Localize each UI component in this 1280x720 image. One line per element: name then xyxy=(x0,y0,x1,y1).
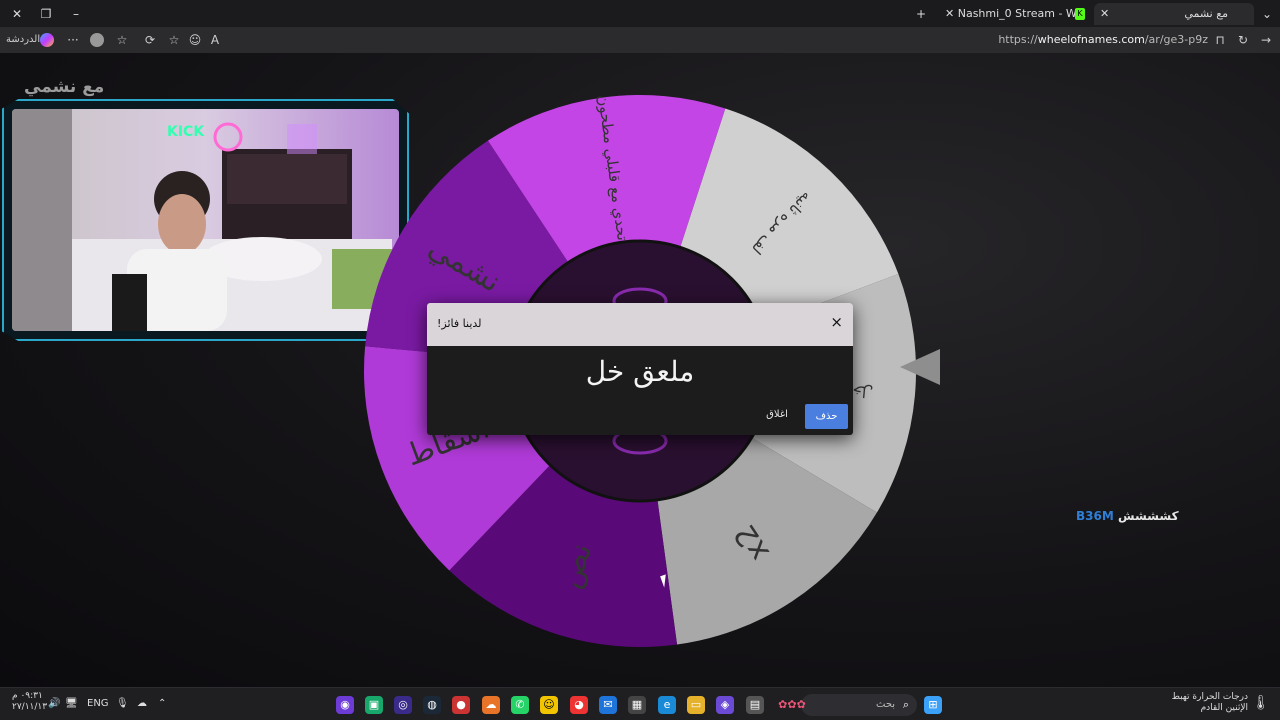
mail-taskbar-icon[interactable]: ✉ xyxy=(599,696,617,714)
clock-date: ٢٧/١١/١٣ xyxy=(12,702,48,712)
winner-name: ملعق خل xyxy=(585,355,695,388)
tab-close-icon[interactable]: ✕ xyxy=(945,7,954,20)
webcam-scene: KICK xyxy=(12,109,399,331)
side-label-code: B36M xyxy=(1076,509,1114,523)
new-tab-button[interactable]: + xyxy=(912,5,930,23)
window-close-icon[interactable]: ✕ xyxy=(8,5,26,23)
svg-text:KICK: KICK xyxy=(167,124,205,140)
tab-list-chevron-icon[interactable]: ⌄ xyxy=(1258,5,1276,23)
url-field[interactable]: https://wheelofnames.com/ar/ge3-p9z xyxy=(998,33,1208,46)
start-windows-icon[interactable]: ⊞ xyxy=(924,696,942,714)
refresh-icon[interactable]: ↻ xyxy=(1235,32,1251,48)
add-favorite-icon[interactable]: ☆ xyxy=(166,32,182,48)
steam-taskbar-icon[interactable]: ◍ xyxy=(423,696,441,714)
taskbar: ٠٩:٣١ م ٢٧/١١/١٣ 🔊 🖥 ENG 🎙 ☁ ⌃ ◉ ▣ ◎ ◍ ●… xyxy=(0,687,1280,720)
tab-label: مع نشمي xyxy=(1184,7,1228,20)
cloudflare-taskbar-icon[interactable]: ☁ xyxy=(482,696,500,714)
onedrive-icon[interactable]: ☁ xyxy=(137,698,147,709)
edge-taskbar-icon[interactable]: e xyxy=(658,696,676,714)
snapchat-taskbar-icon[interactable]: ☺ xyxy=(540,696,558,714)
weather-title: درجات الحرارة تهبط xyxy=(1171,692,1248,702)
weather-widget[interactable]: درجات الحرارة تهبط الإثنين القادم xyxy=(1148,692,1248,714)
flowers-widget-icon[interactable]: ✿✿✿ xyxy=(778,696,806,714)
tab-close-icon[interactable]: ✕ xyxy=(1100,3,1109,25)
show-hidden-icons-chevron[interactable]: ⌃ xyxy=(158,698,166,709)
clock-time: ٠٩:٣١ م xyxy=(12,691,43,701)
weather-subtitle: الإثنين القادم xyxy=(1200,703,1248,713)
app-red-taskbar-icon[interactable]: ● xyxy=(452,696,470,714)
language-indicator[interactable]: ENG xyxy=(87,698,109,709)
search-icon[interactable]: ⌕ xyxy=(897,696,915,714)
remove-button[interactable]: حذف xyxy=(805,404,848,429)
winner-dialog: لدينا فائز! × ملعق خل اغلاق حذف xyxy=(427,303,853,435)
search-placeholder: بحث xyxy=(876,699,896,710)
webcam-frame: KICK xyxy=(2,99,409,341)
extensions-icon[interactable]: ⟳ xyxy=(142,32,158,48)
clock[interactable]: ٠٩:٣١ م ٢٧/١١/١٣ xyxy=(12,691,47,713)
tab-wheel-active[interactable]: ✕ مع نشمي xyxy=(1094,3,1254,25)
back-arrow-icon[interactable]: → xyxy=(1258,32,1274,48)
stream-title: مع نشمي xyxy=(24,77,105,97)
app-taskbar-icon[interactable]: ▣ xyxy=(365,696,383,714)
chrome-taskbar-icon[interactable]: ◕ xyxy=(570,696,588,714)
address-bar: الدردشة ··· ☆ ⟳ ☆ ☺ A https://wheelofnam… xyxy=(0,27,1280,53)
copilot-label[interactable]: الدردشة xyxy=(6,32,40,48)
window-restore-icon[interactable]: ❐ xyxy=(37,5,55,23)
dialog-header: لدينا فائز! × xyxy=(427,303,853,346)
tab-label: Nashmi_0 Stream - Watch Live on xyxy=(957,7,1077,20)
tab-kick-stream[interactable]: ✕ Nashmi_0 Stream - Watch Live on xyxy=(937,3,1077,25)
store-taskbar-icon[interactable]: ▦ xyxy=(628,696,646,714)
emoji-icon[interactable]: ☺ xyxy=(187,32,203,48)
side-label-text: كشششش xyxy=(1117,509,1179,523)
copilot-icon[interactable] xyxy=(40,33,54,47)
lock-icon: ⊓ xyxy=(1215,33,1225,47)
more-menu-icon[interactable]: ··· xyxy=(65,32,81,48)
dialog-title: لدينا فائز! xyxy=(437,317,482,330)
thermometer-icon: 🌡 xyxy=(1252,695,1270,711)
wheel-pointer xyxy=(900,349,940,385)
whatsapp-taskbar-icon[interactable]: ✆ xyxy=(511,696,529,714)
page-content: مع نشمي KICK لف مره ثانيه خل x2 نص اسقاط… xyxy=(0,53,1280,687)
file-explorer-taskbar-icon[interactable]: ▭ xyxy=(687,696,705,714)
side-label: B36M كشششش xyxy=(1076,509,1179,523)
network-icon[interactable]: 🖥 xyxy=(65,698,78,709)
profile-avatar[interactable] xyxy=(90,33,104,47)
discord-taskbar-icon[interactable]: ◉ xyxy=(336,696,354,714)
webcam-video: KICK xyxy=(12,109,399,331)
task-view-taskbar-icon[interactable]: ▤ xyxy=(746,696,764,714)
favorites-icon[interactable]: ☆ xyxy=(114,32,130,48)
obs-taskbar-icon[interactable]: ◎ xyxy=(394,696,412,714)
browser-tab-bar: ✕ ❐ – + ✕ Nashmi_0 Stream - Watch Live o… xyxy=(0,0,1280,27)
close-button[interactable]: اغلاق xyxy=(757,404,797,426)
window-minimize-icon[interactable]: – xyxy=(67,5,85,23)
read-aloud-icon[interactable]: A xyxy=(207,32,223,48)
volume-icon[interactable]: 🔊 xyxy=(48,698,60,709)
kick-logo-icon: K xyxy=(1075,8,1085,20)
microphone-icon[interactable]: 🎙 xyxy=(116,698,129,709)
dialog-close-icon[interactable]: × xyxy=(830,313,843,331)
copilot-taskbar-icon[interactable]: ◈ xyxy=(716,696,734,714)
